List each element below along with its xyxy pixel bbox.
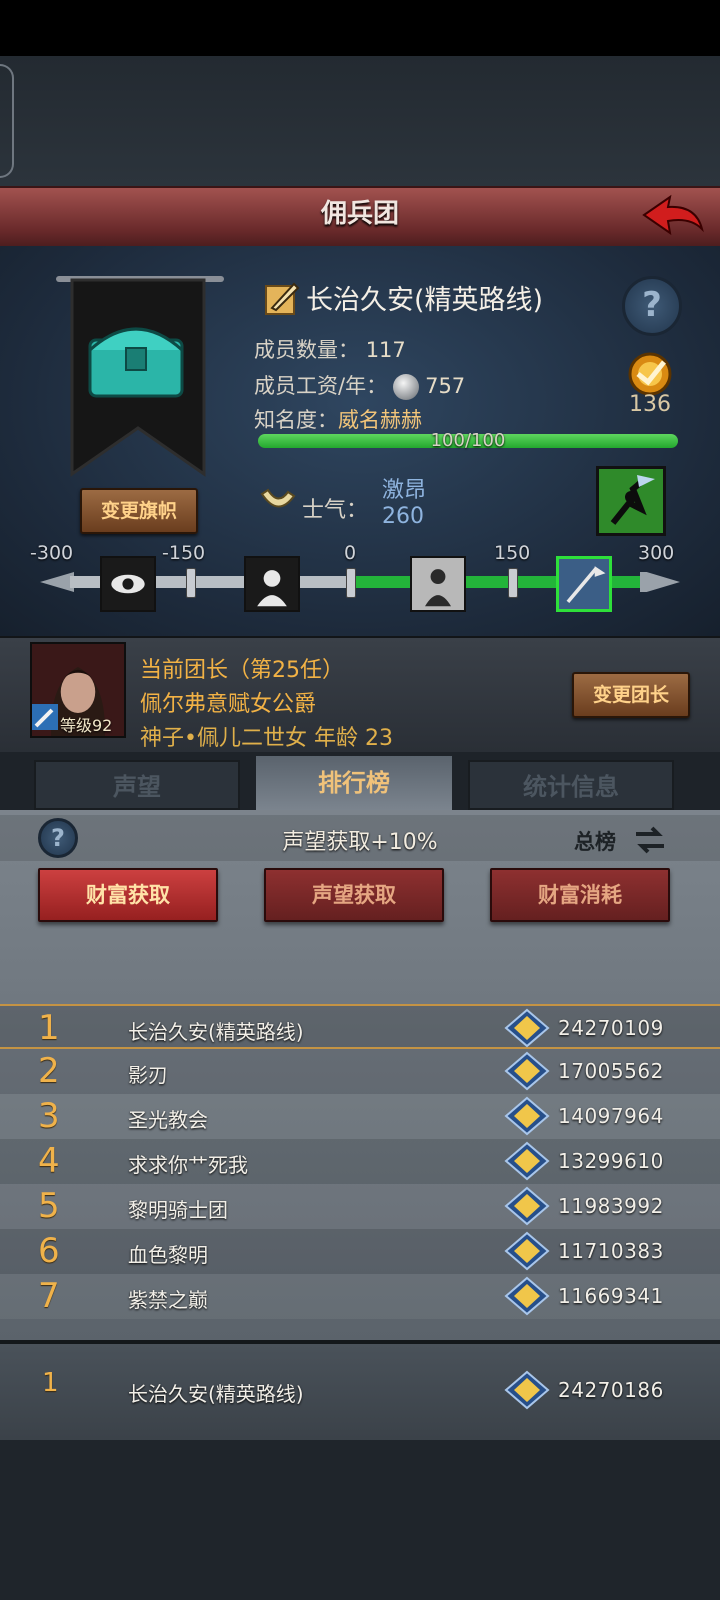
rank-number: 1 bbox=[38, 1008, 60, 1048]
table-row[interactable]: 2 影刃 17005562 bbox=[0, 1049, 720, 1094]
members-value: 117 bbox=[365, 338, 406, 362]
status-bar bbox=[0, 0, 720, 56]
wealth-gain-button[interactable]: 财富获取 bbox=[38, 868, 218, 922]
score-cell: 24270109 bbox=[558, 1016, 664, 1040]
reputation-gain-button[interactable]: 声望获取 bbox=[264, 868, 444, 922]
back-arrow-icon[interactable] bbox=[640, 191, 706, 241]
rank-badge-icon bbox=[504, 1051, 550, 1091]
rank-number: 6 bbox=[38, 1231, 60, 1271]
table-row[interactable]: 4 求求你艹死我 13299610 bbox=[0, 1139, 720, 1184]
despair-figure-icon[interactable] bbox=[244, 556, 300, 612]
fame-value: 威名赫赫 bbox=[338, 408, 422, 432]
side-tab-handle[interactable] bbox=[0, 64, 14, 178]
medal-count: 136 bbox=[629, 392, 671, 417]
scale-label-300: 300 bbox=[638, 542, 675, 564]
members-label: 成员数量： bbox=[254, 338, 359, 362]
change-leader-button[interactable]: 变更团长 bbox=[572, 672, 690, 718]
scale-tick bbox=[186, 568, 196, 598]
guild-name-cell: 长治久安(精英路线) bbox=[128, 1020, 304, 1044]
scale-label-neg300: -300 bbox=[30, 542, 74, 564]
tab-statistics[interactable]: 统计信息 bbox=[468, 760, 674, 810]
rank-number: 2 bbox=[38, 1051, 60, 1091]
rank-badge-icon bbox=[504, 1276, 550, 1316]
fame-progress-text: 100/100 bbox=[430, 430, 506, 451]
help-icon[interactable]: ? bbox=[622, 276, 682, 336]
page-title: 佣兵团 bbox=[320, 199, 399, 229]
table-row[interactable]: 7 紫禁之巅 11669341 bbox=[0, 1274, 720, 1319]
guild-name: 长治久安(精英路线) bbox=[306, 285, 544, 316]
score-cell: 11983992 bbox=[558, 1194, 664, 1218]
score-cell: 14097964 bbox=[558, 1104, 664, 1128]
total-ranking-label[interactable]: 总榜 bbox=[574, 826, 616, 856]
guild-name-cell: 求求你艹死我 bbox=[128, 1153, 248, 1177]
scale-label-150: 150 bbox=[494, 542, 531, 564]
morale-value: 260 bbox=[382, 504, 424, 529]
guild-name-cell: 血色黎明 bbox=[128, 1243, 208, 1267]
background-area bbox=[0, 56, 720, 188]
eye-icon[interactable] bbox=[100, 556, 156, 612]
scale-label-neg150: -150 bbox=[162, 542, 206, 564]
leader-level: 等级92 bbox=[60, 716, 113, 735]
table-row[interactable]: 5 黎明骑士团 11983992 bbox=[0, 1184, 720, 1229]
my-guild-name: 长治久安(精英路线) bbox=[128, 1382, 304, 1406]
guild-name-cell: 圣光教会 bbox=[128, 1108, 208, 1132]
horn-icon bbox=[260, 488, 296, 508]
fame-label: 知名度： bbox=[254, 408, 338, 432]
table-row[interactable]: 6 血色黎明 11710383 bbox=[0, 1229, 720, 1274]
rank-badge-icon bbox=[504, 1186, 550, 1226]
scale-label-0: 0 bbox=[344, 542, 357, 564]
sword-icon bbox=[32, 704, 58, 730]
morale-label: 士气： bbox=[302, 498, 369, 523]
morale-state: 激昂 bbox=[382, 478, 427, 503]
leader-name: 佩尔弗意赋女公爵 bbox=[140, 692, 317, 717]
tab-reputation[interactable]: 声望 bbox=[34, 760, 240, 810]
guild-name-cell: 影刃 bbox=[128, 1063, 168, 1087]
table-row[interactable]: 3 圣光教会 14097964 bbox=[0, 1094, 720, 1139]
scale-tick bbox=[508, 568, 518, 598]
rank-number: 4 bbox=[38, 1141, 60, 1181]
scale-tick bbox=[346, 568, 356, 598]
bottom-area bbox=[0, 1440, 720, 1600]
leader-details: 神子•佩儿二世女 年龄 23 bbox=[140, 726, 393, 751]
leaderboard-help-icon[interactable]: ? bbox=[38, 818, 78, 858]
wage-value: 757 bbox=[425, 374, 466, 398]
victory-banner-icon[interactable] bbox=[556, 556, 612, 612]
wage-label: 成员工资/年： bbox=[254, 374, 388, 398]
members-stat: 成员数量： 117 bbox=[254, 334, 406, 364]
score-cell: 13299610 bbox=[558, 1149, 664, 1173]
wage-stat: 成员工资/年： 757 bbox=[254, 370, 465, 400]
rank-badge-icon bbox=[504, 1141, 550, 1181]
my-ranking-row[interactable]: 1 长治久安(精英路线) 24270186 bbox=[0, 1340, 720, 1444]
rank-number: 5 bbox=[38, 1186, 60, 1226]
score-cell: 11710383 bbox=[558, 1239, 664, 1263]
tab-leaderboard[interactable]: 排行榜 bbox=[256, 756, 452, 810]
leader-title: 当前团长（第25任） bbox=[140, 658, 344, 683]
edit-name-icon[interactable] bbox=[264, 280, 300, 316]
calm-figure-icon[interactable] bbox=[410, 556, 466, 612]
guild-banner bbox=[70, 278, 206, 477]
guild-name-cell: 黎明骑士团 bbox=[128, 1198, 228, 1222]
score-cell: 11669341 bbox=[558, 1284, 664, 1308]
guild-name-cell: 紫禁之巅 bbox=[128, 1288, 208, 1312]
rank-badge-icon bbox=[504, 1008, 550, 1048]
my-score: 24270186 bbox=[558, 1378, 664, 1402]
score-cell: 17005562 bbox=[558, 1059, 664, 1083]
rank-number: 3 bbox=[38, 1096, 60, 1136]
reputation-bonus: 声望获取+10% bbox=[282, 830, 438, 855]
table-row[interactable]: 1 长治久安(精英路线) 24270109 bbox=[0, 1004, 720, 1049]
treasure-chest-icon bbox=[88, 327, 184, 398]
rank-badge-icon bbox=[504, 1231, 550, 1271]
rank-badge-icon bbox=[504, 1096, 550, 1136]
rank-badge-icon bbox=[504, 1370, 550, 1410]
flag-bearer-icon[interactable] bbox=[596, 466, 666, 536]
rank-number: 7 bbox=[38, 1276, 60, 1316]
silver-coin-icon bbox=[393, 374, 420, 400]
my-rank: 1 bbox=[42, 1368, 59, 1398]
wealth-spend-button[interactable]: 财富消耗 bbox=[490, 868, 670, 922]
swap-arrows-icon[interactable] bbox=[632, 822, 668, 858]
change-flag-button[interactable]: 变更旗帜 bbox=[80, 488, 198, 534]
